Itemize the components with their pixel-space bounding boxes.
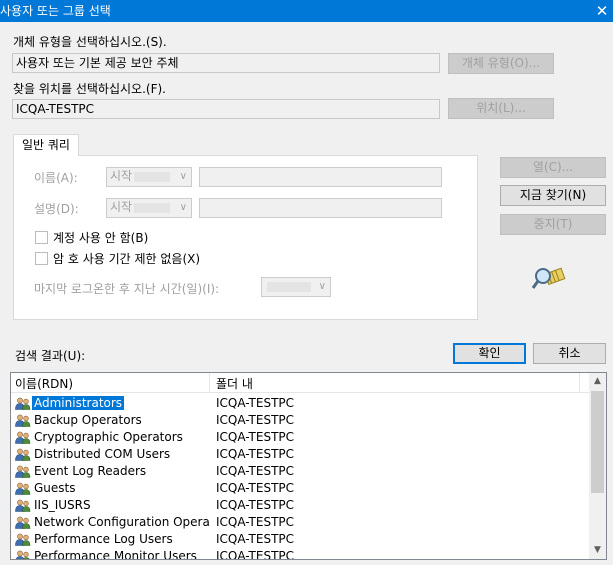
table-row[interactable]: Performance Monitor Users ICQA-TESTPC bbox=[11, 548, 591, 560]
row-folder: ICQA-TESTPC bbox=[216, 532, 295, 546]
user-group-icon bbox=[15, 431, 31, 444]
stop-button[interactable]: 중지(T) bbox=[500, 214, 606, 235]
object-type-label: 개체 유형을 선택하십시오.(S). bbox=[13, 35, 167, 49]
column-header-folder[interactable]: 폴더 내 bbox=[216, 375, 253, 392]
chevron-down-icon: ∨ bbox=[179, 202, 187, 213]
user-group-icon bbox=[15, 482, 31, 495]
row-name: Network Configuration Opera... bbox=[34, 515, 210, 529]
search-magnifier-icon bbox=[531, 267, 566, 289]
row-name: Administrators bbox=[32, 396, 125, 410]
row-folder: ICQA-TESTPC bbox=[216, 498, 295, 512]
non-expiring-password-label: 암 호 사용 기간 제한 없음(X) bbox=[53, 252, 201, 266]
query-panel: 이름(A): 시작 ∨ 설명(D): 시작 ∨ 계정 사용 안 함(B) 암 호… bbox=[13, 155, 478, 320]
columns-button[interactable]: 열(C)... bbox=[500, 157, 606, 178]
name-label: 이름(A): bbox=[34, 171, 78, 185]
results-header: 이름(RDN) 폴더 내 bbox=[11, 373, 591, 393]
row-name: Backup Operators bbox=[34, 413, 142, 427]
user-group-icon bbox=[15, 414, 31, 427]
row-name: Guests bbox=[34, 481, 76, 495]
table-row[interactable]: Backup Operators ICQA-TESTPC bbox=[11, 412, 591, 429]
object-types-button[interactable]: 개체 유형(O)... bbox=[448, 53, 554, 74]
description-operator-value: 시작 bbox=[110, 200, 133, 214]
find-now-button[interactable]: 지금 찾기(N) bbox=[500, 185, 606, 206]
title-bar: 사용자 또는 그룹 선택 ✕ bbox=[0, 0, 613, 22]
row-folder: ICQA-TESTPC bbox=[216, 549, 295, 560]
table-row[interactable]: Event Log Readers ICQA-TESTPC bbox=[11, 463, 591, 480]
ok-button[interactable]: 확인 bbox=[453, 343, 526, 364]
row-name: Distributed COM Users bbox=[34, 447, 171, 461]
table-row[interactable]: Distributed COM Users ICQA-TESTPC bbox=[11, 446, 591, 463]
row-name: Event Log Readers bbox=[34, 464, 147, 478]
table-row[interactable]: Cryptographic Operators ICQA-TESTPC bbox=[11, 429, 591, 446]
row-name: Performance Log Users bbox=[34, 532, 173, 546]
row-folder: ICQA-TESTPC bbox=[216, 413, 295, 427]
chevron-down-icon: ∨ bbox=[318, 281, 326, 292]
scroll-up-icon[interactable]: ▲ bbox=[589, 373, 606, 390]
table-row[interactable]: Network Configuration Opera... ICQA-TESTP… bbox=[11, 514, 591, 531]
row-folder: ICQA-TESTPC bbox=[216, 447, 295, 461]
location-label: 찾을 위치를 선택하십시오.(F). bbox=[13, 82, 166, 96]
table-row[interactable]: Performance Log Users ICQA-TESTPC bbox=[11, 531, 591, 548]
scroll-thumb[interactable] bbox=[591, 391, 604, 493]
tab-common-queries[interactable]: 일반 쿼리 bbox=[13, 134, 79, 156]
user-group-icon bbox=[15, 465, 31, 478]
days-since-logon-label: 마지막 로그온한 후 지난 시간(일)(I): bbox=[34, 282, 220, 296]
location-field: ICQA-TESTPC bbox=[12, 99, 440, 119]
days-since-logon-select[interactable]: ∨ bbox=[261, 277, 331, 297]
description-input[interactable] bbox=[199, 198, 442, 218]
row-folder: ICQA-TESTPC bbox=[216, 515, 295, 529]
name-operator-value: 시작 bbox=[110, 169, 133, 183]
description-operator-select[interactable]: 시작 ∨ bbox=[106, 198, 192, 218]
disabled-accounts-checkbox[interactable] bbox=[35, 231, 48, 244]
column-header-name[interactable]: 이름(RDN) bbox=[15, 375, 73, 392]
row-name: Performance Monitor Users bbox=[34, 549, 197, 560]
user-group-icon bbox=[15, 397, 31, 410]
user-group-icon bbox=[15, 533, 31, 546]
user-group-icon bbox=[15, 516, 31, 529]
row-folder: ICQA-TESTPC bbox=[216, 481, 295, 495]
search-results-list[interactable]: 이름(RDN) 폴더 내 Administrators ICQA-TESTPC Ba… bbox=[10, 372, 607, 560]
window-title: 사용자 또는 그룹 선택 bbox=[0, 4, 111, 18]
chevron-down-icon: ∨ bbox=[179, 171, 187, 182]
locations-button[interactable]: 위치(L)... bbox=[448, 98, 554, 119]
user-group-icon bbox=[15, 448, 31, 461]
user-group-icon bbox=[15, 499, 31, 512]
user-group-icon bbox=[15, 550, 30, 559]
description-label: 설명(D): bbox=[34, 202, 79, 216]
non-expiring-password-checkbox[interactable] bbox=[35, 252, 48, 265]
disabled-accounts-label: 계정 사용 안 함(B) bbox=[53, 231, 149, 245]
table-row[interactable]: IIS_IUSRS ICQA-TESTPC bbox=[11, 497, 591, 514]
row-folder: ICQA-TESTPC bbox=[216, 430, 295, 444]
close-icon[interactable]: ✕ bbox=[591, 0, 613, 22]
name-input[interactable] bbox=[199, 167, 442, 187]
scroll-down-icon[interactable]: ▼ bbox=[589, 542, 606, 559]
object-type-field: 사용자 또는 기본 제공 보안 주체 bbox=[12, 53, 440, 73]
vertical-scrollbar[interactable]: ▲ ▼ bbox=[589, 373, 606, 559]
row-folder: ICQA-TESTPC bbox=[216, 464, 295, 478]
table-row[interactable]: Guests ICQA-TESTPC bbox=[11, 480, 591, 497]
table-row[interactable]: Administrators ICQA-TESTPC bbox=[11, 395, 591, 412]
row-name: IIS_IUSRS bbox=[34, 498, 91, 512]
name-operator-select[interactable]: 시작 ∨ bbox=[106, 167, 192, 187]
row-folder: ICQA-TESTPC bbox=[216, 396, 295, 410]
cancel-button[interactable]: 취소 bbox=[533, 343, 606, 364]
search-results-label: 검색 결과(U): bbox=[15, 349, 86, 363]
row-name: Cryptographic Operators bbox=[34, 430, 183, 444]
